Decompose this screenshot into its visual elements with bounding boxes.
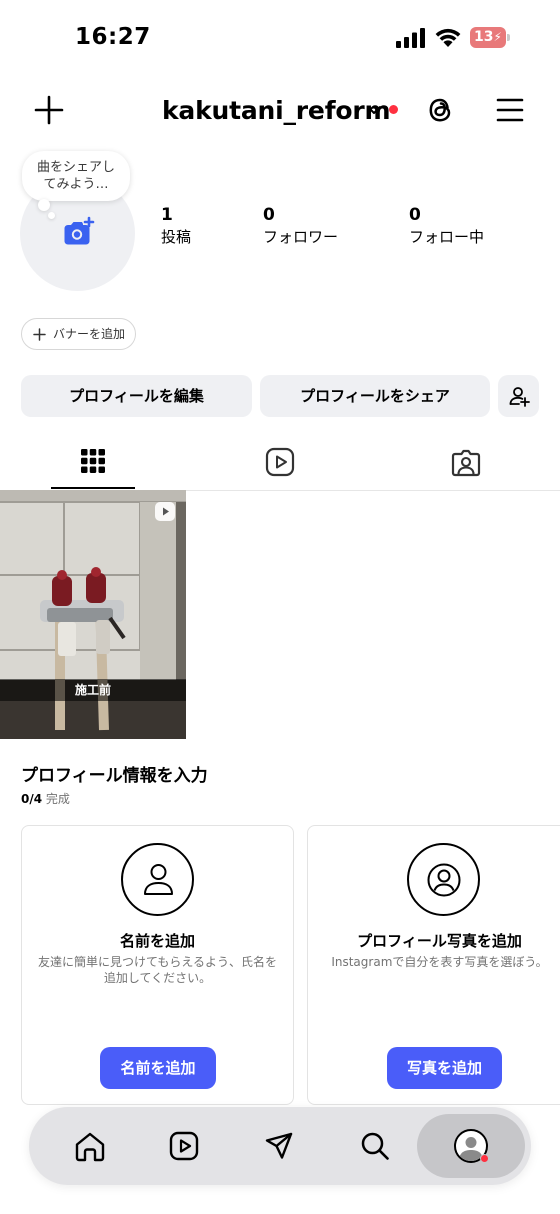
bottom-tab-bar bbox=[29, 1107, 531, 1185]
grid-icon bbox=[81, 449, 105, 473]
note-bubble-tail bbox=[38, 199, 50, 211]
plus-icon bbox=[33, 328, 46, 341]
add-name-title: 名前を追加 bbox=[119, 932, 195, 950]
discover-people-button[interactable] bbox=[498, 375, 539, 417]
person-icon bbox=[121, 843, 194, 916]
active-tab-indicator bbox=[51, 487, 135, 489]
post-photo bbox=[0, 490, 186, 739]
profile-notification-dot bbox=[480, 1154, 489, 1163]
add-name-card: 名前を追加 友達に簡単に見つけてもらえるよう、氏名を追加してください。 名前を追… bbox=[21, 825, 294, 1105]
followers-stat[interactable]: 0 フォロワー bbox=[263, 205, 338, 248]
reels-icon bbox=[265, 447, 295, 477]
edit-profile-button[interactable]: プロフィールを編集 bbox=[21, 375, 252, 417]
status-bar: 16:27 13⚡ bbox=[0, 0, 560, 70]
add-name-description: 友達に簡単に見つけてもらえるよう、氏名を追加してください。 bbox=[37, 955, 278, 985]
add-person-icon bbox=[509, 387, 530, 407]
share-song-note[interactable]: 曲をシェアし てみよう… bbox=[22, 151, 130, 201]
nav-search[interactable] bbox=[340, 1107, 410, 1185]
battery-indicator: 13⚡ bbox=[470, 27, 510, 48]
completion-progress: 0/4 完成 bbox=[21, 790, 70, 807]
status-time: 16:27 bbox=[75, 24, 151, 50]
following-stat[interactable]: 0 フォロー中 bbox=[409, 205, 484, 248]
tagged-icon bbox=[451, 449, 481, 477]
direct-message-icon bbox=[265, 1132, 293, 1159]
add-photo-description: Instagramで自分を表す写真を選ぼう。 bbox=[331, 955, 548, 969]
menu-icon[interactable] bbox=[495, 96, 525, 124]
add-banner-label: バナーを追加 bbox=[53, 327, 126, 341]
add-photo-camera-icon[interactable] bbox=[61, 216, 95, 248]
posts-count: 1 bbox=[161, 205, 173, 225]
username-title[interactable]: kakutani_reform bbox=[162, 96, 391, 125]
profile-tabs bbox=[0, 437, 560, 491]
add-name-button[interactable]: 名前を追加 bbox=[100, 1047, 216, 1089]
completion-count: 0/4 bbox=[21, 792, 43, 806]
search-icon bbox=[361, 1132, 389, 1160]
nav-home[interactable] bbox=[55, 1107, 125, 1185]
following-label: フォロー中 bbox=[409, 228, 485, 246]
completion-status: 完成 bbox=[45, 792, 70, 806]
tab-posts-grid[interactable] bbox=[51, 437, 135, 491]
followers-count: 0 bbox=[263, 205, 275, 225]
profile-header: kakutani_reform bbox=[0, 80, 560, 140]
account-notification-dot bbox=[389, 105, 398, 114]
threads-icon[interactable] bbox=[424, 94, 456, 126]
add-photo-button[interactable]: 写真を追加 bbox=[387, 1047, 502, 1089]
posts-label: 投稿 bbox=[161, 228, 192, 246]
charging-bolt-icon: ⚡ bbox=[493, 30, 502, 44]
add-photo-title: プロフィール写真を追加 bbox=[357, 932, 522, 950]
plus-icon[interactable] bbox=[33, 94, 65, 126]
battery-level: 13 bbox=[474, 29, 494, 45]
tab-reels[interactable] bbox=[238, 437, 322, 491]
tab-tagged[interactable] bbox=[424, 437, 508, 491]
posts-stat[interactable]: 1 投稿 bbox=[161, 205, 191, 248]
followers-label: フォロワー bbox=[263, 228, 339, 246]
share-profile-button[interactable]: プロフィールをシェア bbox=[260, 375, 490, 417]
post-caption: 施工前 bbox=[0, 679, 186, 701]
profile-photo-icon bbox=[407, 843, 480, 916]
note-bubble-tail-small bbox=[48, 212, 55, 219]
post-thumbnail[interactable] bbox=[0, 490, 186, 739]
add-photo-card: プロフィール写真を追加 Instagramで自分を表す写真を選ぼう。 写真を追加 bbox=[307, 825, 560, 1105]
completion-title: プロフィール情報を入力 bbox=[21, 766, 208, 786]
nav-messages[interactable] bbox=[244, 1107, 314, 1185]
add-banner-button[interactable]: バナーを追加 bbox=[21, 318, 136, 350]
home-icon bbox=[75, 1132, 105, 1162]
reel-indicator-icon bbox=[155, 502, 175, 521]
wifi-icon bbox=[435, 28, 461, 47]
nav-reels[interactable] bbox=[149, 1107, 219, 1185]
chevron-down-icon[interactable] bbox=[366, 104, 382, 116]
following-count: 0 bbox=[409, 205, 421, 225]
cellular-signal-icon bbox=[396, 28, 425, 48]
reels-icon bbox=[169, 1131, 199, 1161]
